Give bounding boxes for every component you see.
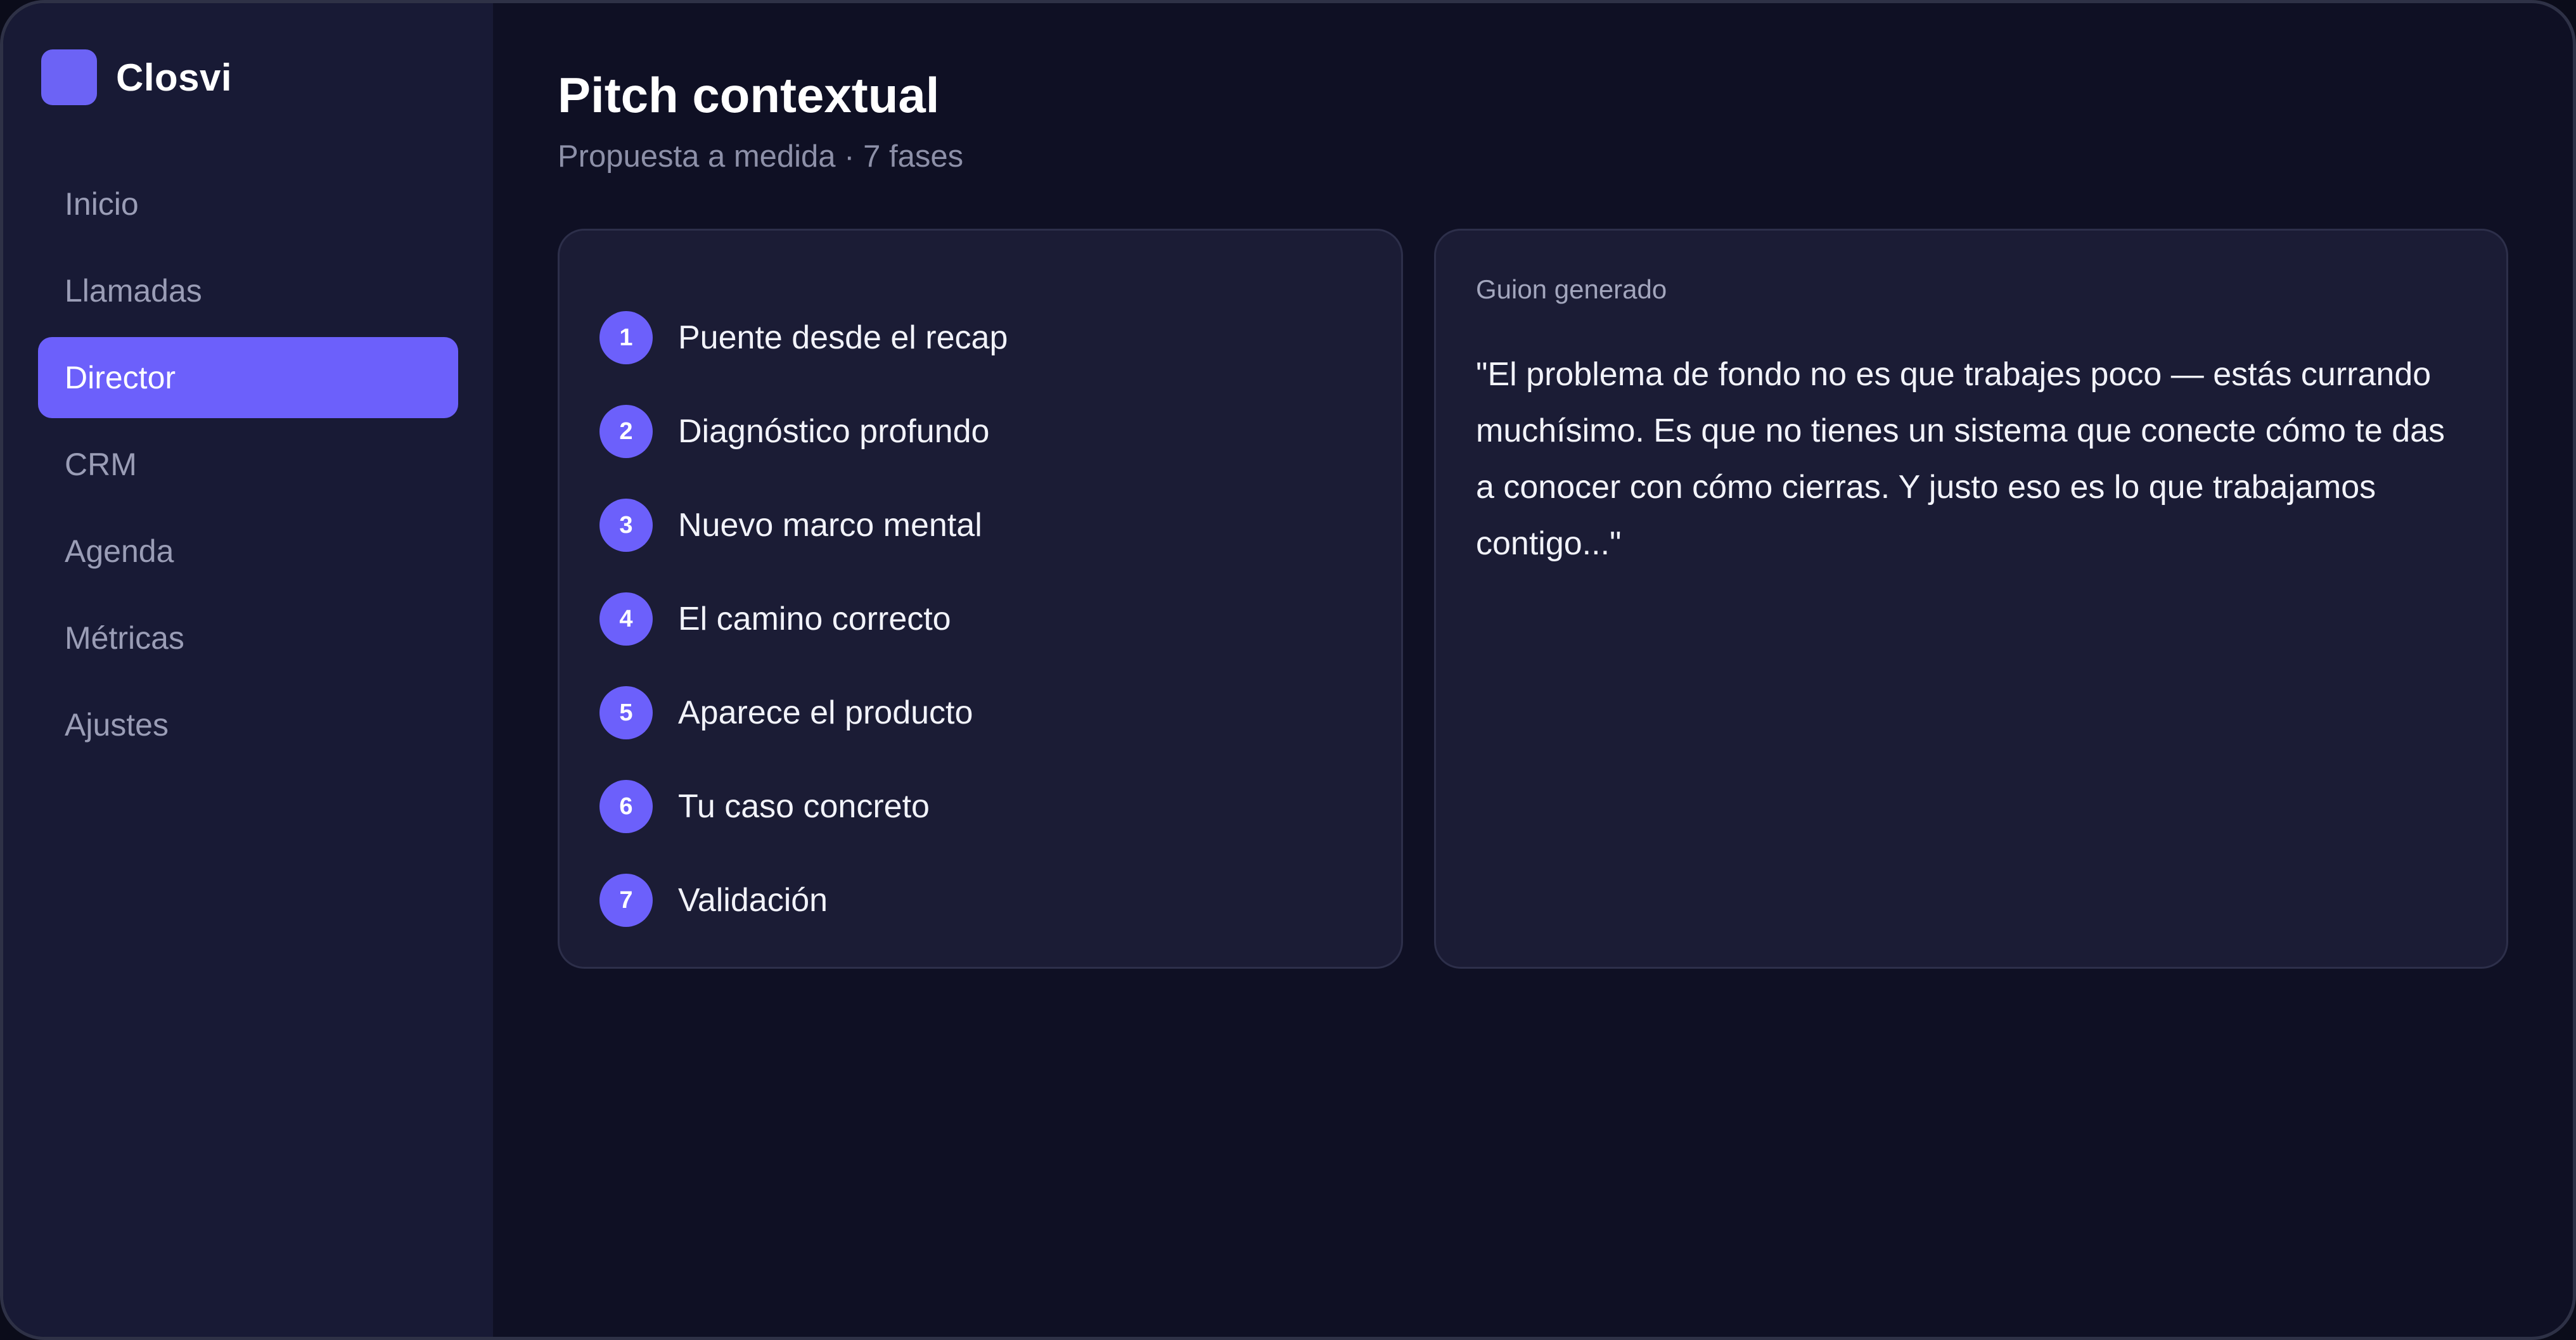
step-label: Validación: [678, 882, 828, 919]
step-number-badge: 7: [599, 874, 653, 927]
phase-step[interactable]: 1 Puente desde el recap: [599, 291, 1401, 385]
sidebar-item-metricas[interactable]: Métricas: [38, 597, 458, 679]
script-text: "El problema de fondo no es que trabajes…: [1476, 356, 2445, 562]
brand-name: Closvi: [116, 56, 233, 99]
sidebar-item-label: Agenda: [65, 533, 174, 569]
page-title: Pitch contextual: [558, 67, 940, 123]
sidebar: Closvi Inicio Llamadas Director CRM Agen…: [3, 3, 493, 1337]
script-label: Guion generado: [1476, 274, 1667, 304]
phase-step[interactable]: 6 Tu caso concreto: [599, 760, 1401, 853]
brand-logo-icon: [41, 49, 97, 105]
step-label: Tu caso concreto: [678, 788, 930, 825]
brand[interactable]: Closvi: [38, 49, 458, 105]
step-number-badge: 5: [599, 686, 653, 739]
sidebar-item-llamadas[interactable]: Llamadas: [38, 250, 458, 331]
page-subtitle: Propuesta a medida · 7 fases: [558, 139, 964, 174]
phase-step[interactable]: 4 El camino correcto: [599, 572, 1401, 666]
sidebar-item-agenda[interactable]: Agenda: [38, 511, 458, 592]
step-label: Diagnóstico profundo: [678, 413, 990, 450]
sidebar-nav: Inicio Llamadas Director CRM Agenda Métr…: [38, 163, 458, 765]
phase-step[interactable]: 5 Aparece el producto: [599, 666, 1401, 760]
sidebar-item-director[interactable]: Director: [38, 337, 458, 418]
sidebar-item-label: CRM: [65, 447, 137, 482]
app-window: Closvi Inicio Llamadas Director CRM Agen…: [0, 0, 2576, 1340]
step-number-badge: 2: [599, 405, 653, 458]
step-label: Aparece el producto: [678, 694, 973, 731]
main-content: Pitch contextual Propuesta a medida · 7 …: [493, 3, 2573, 1337]
generated-script-card: Guion generado "El problema de fondo no …: [1434, 229, 2508, 969]
sidebar-item-label: Ajustes: [65, 707, 169, 743]
sidebar-item-crm[interactable]: CRM: [38, 424, 458, 505]
sidebar-item-label: Director: [65, 360, 176, 395]
step-label: Puente desde el recap: [678, 319, 1008, 356]
sidebar-item-ajustes[interactable]: Ajustes: [38, 684, 458, 765]
step-label: Nuevo marco mental: [678, 507, 982, 544]
step-number-badge: 4: [599, 592, 653, 646]
step-number-badge: 3: [599, 499, 653, 552]
sidebar-item-label: Llamadas: [65, 273, 202, 309]
sidebar-item-inicio[interactable]: Inicio: [38, 163, 458, 245]
sidebar-item-label: Métricas: [65, 620, 184, 656]
phases-card: 1 Puente desde el recap 2 Diagnóstico pr…: [558, 229, 1403, 969]
phase-step[interactable]: 2 Diagnóstico profundo: [599, 385, 1401, 478]
step-label: El camino correcto: [678, 601, 951, 637]
phase-step[interactable]: 7 Validación: [599, 853, 1401, 947]
phase-step[interactable]: 3 Nuevo marco mental: [599, 478, 1401, 572]
sidebar-item-label: Inicio: [65, 186, 139, 222]
step-number-badge: 1: [599, 311, 653, 364]
step-number-badge: 6: [599, 780, 653, 833]
